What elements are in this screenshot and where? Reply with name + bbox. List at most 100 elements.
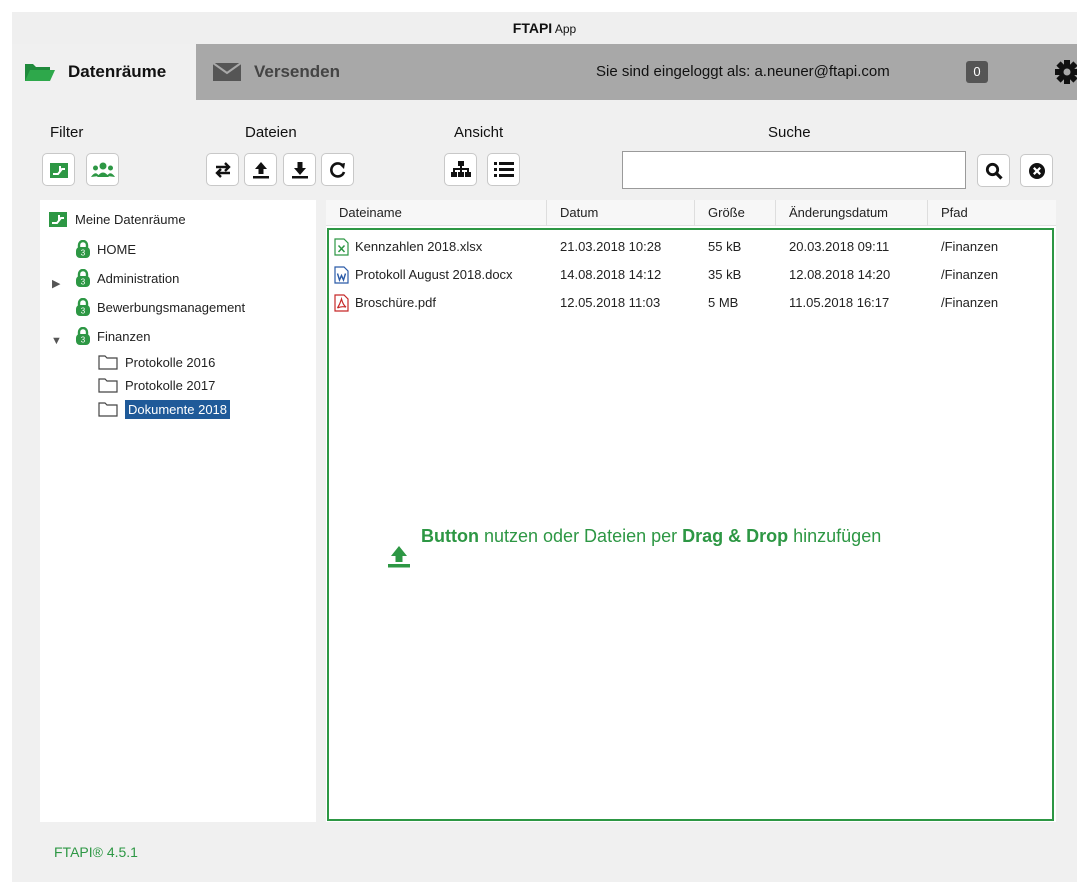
- file-name-cell: Broschüre.pdf: [334, 290, 436, 316]
- files-label: Dateien: [245, 124, 297, 141]
- swap-arrows-icon: [214, 161, 231, 178]
- file-name-cell: Protokoll August 2018.docx: [334, 262, 513, 288]
- drop-hint-part-1: nutzen oder Dateien per: [478, 526, 683, 546]
- file-path: /Finanzen: [941, 267, 999, 282]
- tree-folder-dokumente-2018[interactable]: Dokumente 2018: [98, 400, 231, 419]
- search-input[interactable]: [622, 151, 966, 189]
- file-date: 12.05.2018 11:03: [560, 295, 661, 310]
- file-date: 21.03.2018 10:28: [560, 239, 662, 254]
- svg-text:3: 3: [81, 307, 86, 316]
- lock-icon: 3: [76, 327, 90, 345]
- tree-item-label: HOME: [97, 241, 136, 257]
- tree-folder-label: Protokolle 2016: [125, 355, 216, 370]
- file-path: /Finanzen: [941, 239, 999, 254]
- column-header-pfad[interactable]: Pfad: [928, 200, 1056, 226]
- room-filter-icon: [49, 162, 68, 178]
- gear-icon[interactable]: [1054, 59, 1077, 85]
- search-label: Suche: [768, 124, 811, 141]
- tab-datenraeume[interactable]: Datenräume: [12, 44, 196, 100]
- clear-search-button[interactable]: [1020, 154, 1053, 187]
- expand-arrow-icon[interactable]: ▶: [52, 277, 60, 290]
- list-icon: [493, 162, 514, 177]
- lock-icon: 3: [76, 298, 90, 316]
- file-path: /Finanzen: [941, 295, 999, 310]
- tree-item-administration[interactable]: 3 Administration: [76, 269, 179, 287]
- collapse-arrow-icon[interactable]: ▼: [51, 335, 62, 347]
- download-button[interactable]: [283, 153, 316, 186]
- excel-file-icon: [334, 238, 349, 256]
- tree-item-bewerbungsmanagement[interactable]: 3 Bewerbungsmanagement: [76, 298, 245, 316]
- app-window: FTAPI App Datenräume Versenden Sie sind …: [12, 12, 1077, 882]
- file-size: 5 MB: [708, 295, 739, 310]
- column-header-groesse[interactable]: Größe: [695, 200, 776, 226]
- drop-hint-bold-button: Button: [421, 526, 479, 546]
- folder-icon: [98, 402, 118, 417]
- tree-view-button[interactable]: [444, 153, 477, 186]
- envelope-icon: [212, 62, 242, 81]
- open-folder-icon: [25, 64, 55, 81]
- tab-versenden-label: Versenden: [254, 62, 340, 81]
- refresh-icon: [329, 161, 345, 178]
- folder-icon: [98, 355, 118, 370]
- table-row[interactable]: Protokoll August 2018.docx 14.08.2018 14…: [329, 262, 1052, 288]
- file-table-header: Dateiname Datum Größe Änderungsdatum Pfa…: [326, 200, 1056, 226]
- folder-icon: [98, 378, 118, 393]
- app-title: FTAPI: [512, 20, 553, 36]
- column-header-dateiname[interactable]: Dateiname: [326, 200, 547, 226]
- file-name: Broschüre.pdf: [355, 295, 436, 310]
- tree-folder-protokolle-2016[interactable]: Protokolle 2016: [98, 355, 215, 370]
- search-icon: [985, 162, 1003, 180]
- tree-item-finanzen[interactable]: 3 Finanzen: [76, 327, 150, 345]
- filter-shared-rooms-button[interactable]: [86, 153, 119, 186]
- file-list-panel: Dateiname Datum Größe Änderungsdatum Pfa…: [326, 200, 1056, 822]
- notification-badge[interactable]: 0: [966, 61, 988, 83]
- sitemap-icon: [450, 160, 471, 177]
- title-bar: FTAPI App: [12, 12, 1077, 44]
- upload-icon: [252, 161, 269, 178]
- room-filter-icon: [49, 212, 67, 227]
- tab-versenden[interactable]: Versenden: [212, 44, 340, 100]
- tree-item-home[interactable]: 3 HOME: [76, 240, 136, 258]
- svg-text:3: 3: [81, 249, 86, 258]
- view-label: Ansicht: [454, 124, 504, 141]
- table-row[interactable]: Broschüre.pdf 12.05.2018 11:03 5 MB 11.0…: [329, 290, 1052, 316]
- tree-folder-protokolle-2017[interactable]: Protokolle 2017: [98, 378, 215, 393]
- app-title-suffix: App: [552, 22, 577, 36]
- upload-icon: [388, 546, 410, 568]
- file-date: 14.08.2018 14:12: [560, 267, 662, 282]
- filter-my-rooms-button[interactable]: [42, 153, 75, 186]
- file-modified: 12.08.2018 14:20: [789, 267, 891, 282]
- column-header-aenderungsdatum[interactable]: Änderungsdatum: [776, 200, 928, 226]
- file-name: Protokoll August 2018.docx: [355, 267, 513, 282]
- svg-text:3: 3: [81, 278, 86, 287]
- table-row[interactable]: Kennzahlen 2018.xlsx 21.03.2018 10:28 55…: [329, 234, 1052, 260]
- drop-hint-text: Button nutzen oder Dateien per Drag & Dr…: [421, 526, 1061, 547]
- rooms-tree: Meine Datenräume 3 HOME ▶ 3 Administrati…: [40, 200, 316, 822]
- close-circle-icon: [1028, 162, 1045, 179]
- drop-hint-bold-dragdrop: Drag & Drop: [682, 526, 789, 546]
- refresh-button[interactable]: [321, 153, 354, 186]
- tree-item-label: Bewerbungsmanagement: [97, 299, 246, 315]
- file-modified: 11.05.2018 16:17: [789, 295, 890, 310]
- tree-item-label: Finanzen: [97, 328, 151, 344]
- list-view-button[interactable]: [487, 153, 520, 186]
- svg-text:3: 3: [81, 336, 86, 345]
- filter-label: Filter: [50, 124, 84, 141]
- version-label: FTAPI® 4.5.1: [54, 844, 138, 860]
- column-header-datum[interactable]: Datum: [547, 200, 695, 226]
- tree-root-my-rooms[interactable]: Meine Datenräume: [48, 210, 186, 228]
- login-status: Sie sind eingeloggt als: a.neuner@ftapi.…: [596, 63, 890, 80]
- move-files-button[interactable]: [206, 153, 239, 186]
- tree-folder-label: Protokolle 2017: [125, 378, 216, 393]
- file-size: 55 kB: [708, 239, 742, 254]
- lock-icon: 3: [76, 240, 90, 258]
- search-button[interactable]: [977, 154, 1010, 187]
- upload-button[interactable]: [244, 153, 277, 186]
- tree-folder-label: Dokumente 2018: [125, 400, 231, 419]
- file-drop-zone[interactable]: Kennzahlen 2018.xlsx 21.03.2018 10:28 55…: [327, 228, 1054, 821]
- drop-hint-part-2: hinzufügen: [788, 526, 882, 546]
- download-icon: [291, 161, 308, 178]
- lock-icon: 3: [76, 269, 90, 287]
- file-modified: 20.03.2018 09:11: [789, 239, 890, 254]
- pdf-file-icon: [334, 294, 349, 312]
